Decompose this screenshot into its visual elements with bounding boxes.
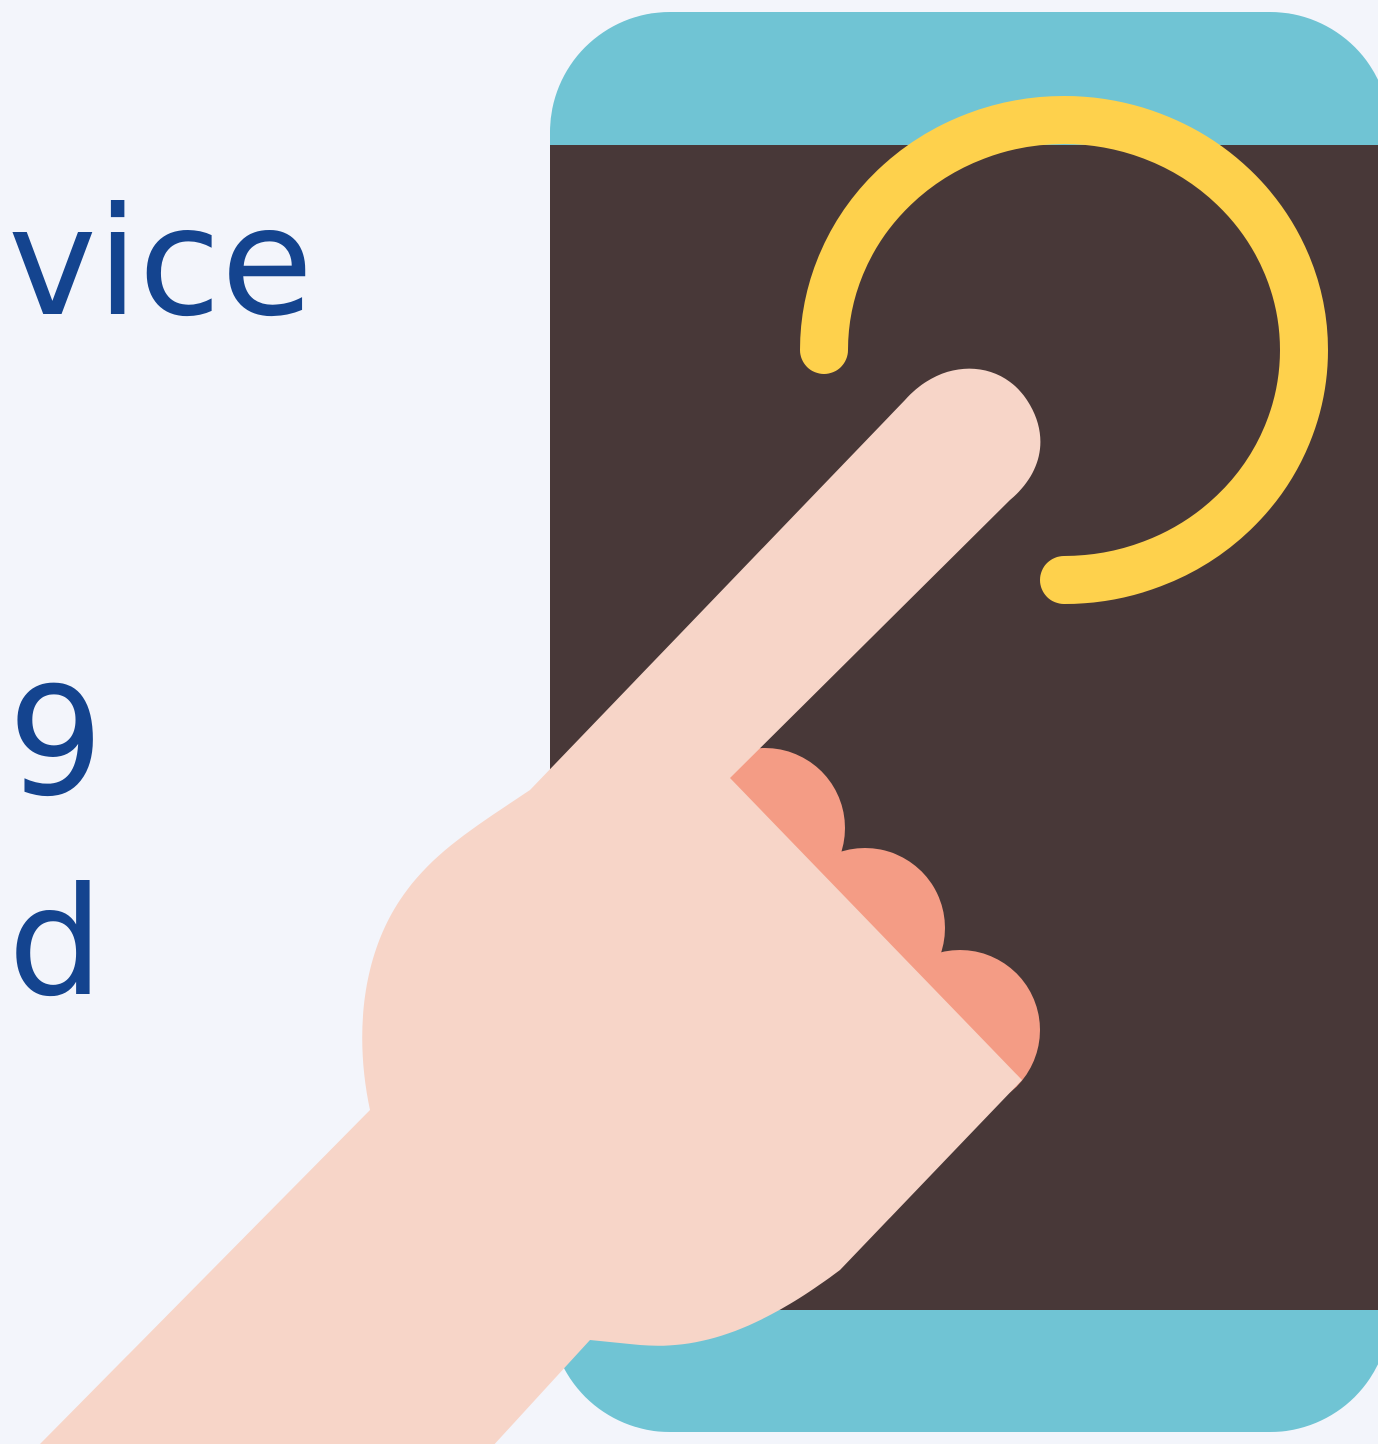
smartphone-tap-icon xyxy=(0,12,1378,1444)
